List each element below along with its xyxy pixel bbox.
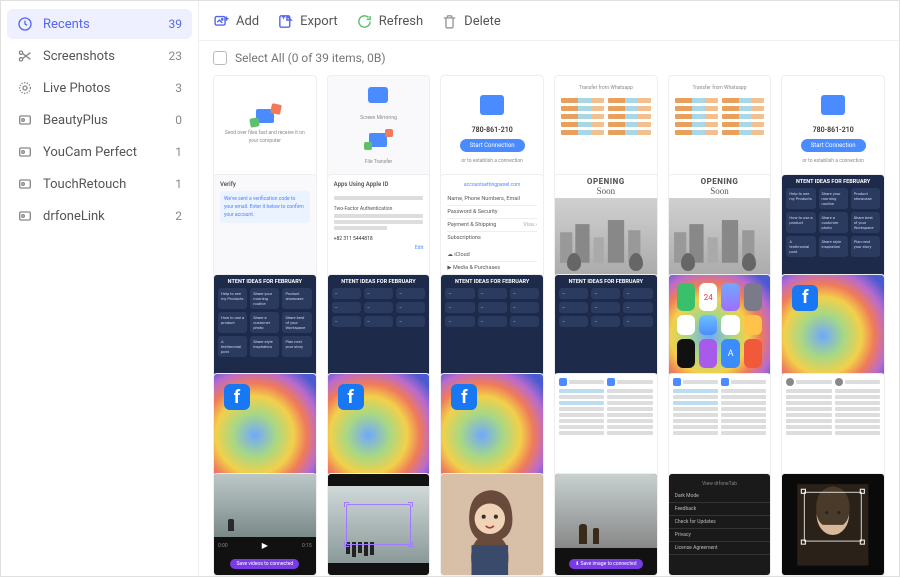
sidebar-label: Screenshots [43, 49, 169, 64]
thumbnail[interactable] [440, 473, 544, 576]
sidebar-item-drfonelink[interactable]: drfoneLink 2 [7, 201, 192, 231]
sidebar-item-recents[interactable]: Recents 39 [7, 9, 192, 39]
button-label: Export [300, 14, 338, 29]
thumbnail[interactable]: NTENT IDEAS FOR FEBRUARY Help to see my … [781, 174, 885, 278]
clock-icon [17, 16, 33, 32]
thumbnail[interactable]: Send over files fast and receive it on y… [213, 75, 317, 179]
trash-icon [441, 13, 458, 30]
thumbnail[interactable]: f [213, 373, 317, 477]
refresh-icon [356, 13, 373, 30]
sidebar-item-youcam[interactable]: YouCam Perfect 1 [7, 137, 192, 167]
delete-button[interactable]: Delete [441, 13, 501, 30]
sidebar-item-beautyplus[interactable]: BeautyPlus 0 [7, 105, 192, 135]
app-folder-icon [17, 144, 33, 160]
toolbar: Add Export Refresh Delete [199, 1, 899, 41]
app-folder-icon [17, 208, 33, 224]
add-button[interactable]: Add [213, 13, 259, 30]
select-all-label: Select All (0 of 39 items, 0B) [235, 51, 386, 65]
thumbnail[interactable]: Apps Using Apple ID Two-Factor Authentic… [327, 174, 431, 278]
thumbnail[interactable]: 24 A [668, 274, 772, 378]
sidebar-item-screenshots[interactable]: Screenshots 23 [7, 41, 192, 71]
sidebar-item-livephotos[interactable]: Live Photos 3 [7, 73, 192, 103]
sidebar: Recents 39 Screenshots 23 Live Photos 3 … [1, 1, 199, 576]
thumbnail[interactable]: Transfer from Whatsapp [554, 75, 658, 179]
sidebar-count: 3 [175, 81, 182, 95]
thumbnail[interactable]: NTENT IDEAS FOR FEBRUARY ——— ——— ——— [327, 274, 431, 378]
thumbnail[interactable]: View drfoneTab Dark Mode Feedback Check … [668, 473, 772, 576]
thumbnail[interactable] [668, 373, 772, 477]
sidebar-label: Recents [43, 17, 169, 32]
thumbnail[interactable]: OPENING Soon [668, 174, 772, 278]
button-label: Refresh [379, 14, 423, 29]
thumbnail[interactable] [781, 373, 885, 477]
scissors-icon [17, 48, 33, 64]
thumbnail[interactable]: f [327, 373, 431, 477]
thumbnail[interactable]: Verify We've sent a verification code to… [213, 174, 317, 278]
sidebar-count: 23 [169, 49, 183, 63]
thumbnail[interactable]: f [781, 274, 885, 378]
app-folder-icon [17, 176, 33, 192]
select-all-checkbox[interactable] [213, 51, 227, 65]
main-panel: Add Export Refresh Delete [199, 1, 899, 576]
sidebar-label: TouchRetouch [43, 177, 175, 192]
refresh-button[interactable]: Refresh [356, 13, 423, 30]
sidebar-count: 2 [175, 209, 182, 223]
app-root: Recents 39 Screenshots 23 Live Photos 3 … [1, 1, 899, 576]
thumbnail[interactable]: NTENT IDEAS FOR FEBRUARY ——— ——— ——— [440, 274, 544, 378]
button-label: Add [236, 14, 259, 29]
thumbnail[interactable] [554, 373, 658, 477]
sidebar-label: YouCam Perfect [43, 145, 175, 160]
photo-grid: Send over files fast and receive it on y… [199, 71, 899, 576]
sidebar-label: drfoneLink [43, 209, 175, 224]
export-icon [277, 13, 294, 30]
sidebar-label: BeautyPlus [43, 113, 175, 128]
thumbnail[interactable]: f [440, 373, 544, 477]
thumbnail[interactable]: 780-861-210 Start Connection or to estab… [440, 75, 544, 179]
sidebar-item-touchretouch[interactable]: TouchRetouch 1 [7, 169, 192, 199]
export-button[interactable]: Export [277, 13, 338, 30]
sidebar-count: 39 [169, 17, 183, 31]
sidebar-count: 1 [175, 177, 182, 191]
thumbnail[interactable]: 780-861-210 Start Connection or to estab… [781, 75, 885, 179]
app-folder-icon [17, 112, 33, 128]
sidebar-label: Live Photos [43, 81, 175, 96]
thumbnail[interactable]: Screen Mirroring File Transfer [327, 75, 431, 179]
circle-icon [17, 80, 33, 96]
add-image-icon [213, 13, 230, 30]
thumbnail[interactable]: OPENING Soon [554, 174, 658, 278]
thumbnail[interactable]: Transfer from Whatsapp [668, 75, 772, 179]
thumbnail[interactable]: NTENT IDEAS FOR FEBRUARY ——— ——— ——— [554, 274, 658, 378]
thumbnail[interactable] [327, 473, 431, 576]
button-label: Delete [464, 14, 501, 29]
thumbnail[interactable]: ⬇ Save image to connected [554, 473, 658, 576]
thumbnail[interactable]: NTENT IDEAS FOR FEBRUARY Help to see my … [213, 274, 317, 378]
thumbnail[interactable]: 0:00 ▶ 0:15 Save videos to connected [213, 473, 317, 576]
sidebar-count: 1 [175, 145, 182, 159]
thumbnail[interactable] [781, 473, 885, 576]
thumbnail[interactable]: accountsettingpanel.com Name, Phone Numb… [440, 174, 544, 278]
select-all-bar: Select All (0 of 39 items, 0B) [199, 41, 899, 71]
sidebar-count: 0 [175, 113, 182, 127]
